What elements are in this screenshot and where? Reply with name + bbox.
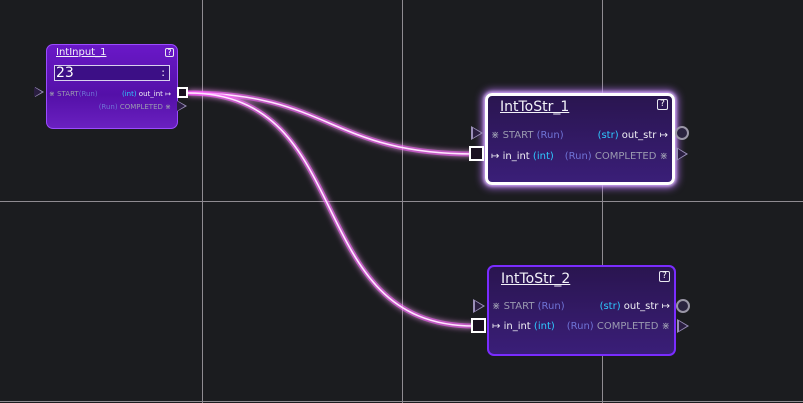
node-graph-canvas[interactable]: IntInput_1 ? 23 : ⋇ START(Run) (int) out… bbox=[0, 0, 803, 403]
help-icon[interactable]: ? bbox=[165, 48, 174, 57]
out-int-row: (int) out_int ↦ bbox=[121, 90, 171, 98]
help-icon[interactable]: ? bbox=[659, 271, 670, 282]
node-title: IntToStr_1 bbox=[500, 99, 570, 115]
start-input-port[interactable] bbox=[471, 126, 483, 140]
in-int-port[interactable] bbox=[471, 318, 486, 333]
wire-out-int-to-intostr1 bbox=[187, 90, 475, 157]
help-icon[interactable]: ? bbox=[657, 99, 668, 110]
start-input-port[interactable] bbox=[473, 299, 485, 313]
completed-row: (Run) COMPLETED ⋇ bbox=[564, 151, 668, 162]
node-title: IntInput_1 bbox=[56, 47, 107, 58]
start-row: ⋇ START (Run) bbox=[492, 301, 565, 312]
start-row: ⋇ START(Run) bbox=[49, 90, 98, 98]
completed-output-port[interactable] bbox=[676, 147, 688, 161]
in-int-row: ↦ in_int (int) bbox=[492, 321, 555, 332]
out-str-port[interactable] bbox=[676, 299, 690, 313]
start-input-port[interactable] bbox=[34, 87, 44, 97]
in-int-port[interactable] bbox=[469, 146, 484, 161]
node-title: IntToStr_2 bbox=[501, 271, 571, 287]
value-input[interactable]: 23 : bbox=[54, 65, 170, 81]
out-str-row: (str) out_str ↦ bbox=[599, 301, 670, 312]
in-int-row: ↦ in_int (int) bbox=[491, 151, 554, 162]
wire-out-int-to-intostr2 bbox=[187, 90, 475, 329]
completed-output-port[interactable] bbox=[177, 101, 187, 111]
completed-row: (Run) COMPLETED ⋇ bbox=[566, 321, 670, 332]
out-int-port[interactable] bbox=[177, 87, 188, 98]
spinner-icon[interactable]: : bbox=[161, 66, 165, 79]
out-str-row: (str) out_str ↦ bbox=[597, 130, 668, 141]
out-str-port[interactable] bbox=[675, 126, 689, 140]
int-input-node[interactable]: IntInput_1 ? 23 : ⋇ START(Run) (int) out… bbox=[46, 44, 178, 129]
grid-line bbox=[0, 401, 803, 402]
completed-row: (Run) COMPLETED ⋇ bbox=[98, 103, 171, 111]
int-to-str-1-node[interactable]: IntToStr_1 ? ⋇ START (Run) (str) out_str… bbox=[485, 93, 675, 185]
completed-output-port[interactable] bbox=[677, 319, 689, 333]
int-to-str-2-node[interactable]: IntToStr_2 ? ⋇ START (Run) (str) out_str… bbox=[487, 265, 676, 356]
start-row: ⋇ START (Run) bbox=[491, 130, 564, 141]
value-text: 23 bbox=[56, 65, 74, 81]
grid-line bbox=[0, 201, 803, 202]
